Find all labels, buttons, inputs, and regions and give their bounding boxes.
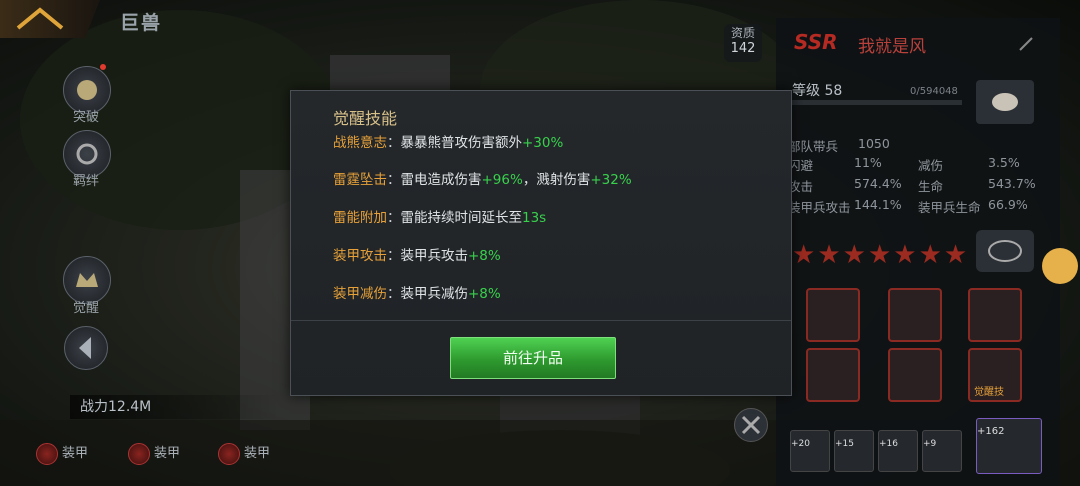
- dialog-title: 觉醒技能: [333, 109, 398, 128]
- skill-row-4: 装甲攻击：装甲兵攻击+8%: [333, 248, 501, 264]
- armor-icon: [36, 442, 58, 465]
- jaws-icon: [988, 240, 1022, 262]
- awaken-skill-slot[interactable]: 觉醒技: [968, 348, 1022, 402]
- star-icon: ★: [893, 240, 917, 270]
- armor-slot-1[interactable]: 装甲: [36, 442, 88, 465]
- back-arrow-icon: [16, 7, 64, 30]
- exp-bar: [792, 100, 962, 105]
- star-icon: ★: [817, 240, 841, 270]
- part-slot-3[interactable]: +16: [878, 430, 918, 472]
- chevron-left-icon: [79, 337, 91, 359]
- star-icon: ★: [918, 240, 942, 270]
- equip-slot-5[interactable]: [888, 348, 942, 402]
- edit-icon[interactable]: [1016, 34, 1036, 54]
- feed-item-button[interactable]: [976, 80, 1034, 124]
- equip-slot-3[interactable]: [968, 288, 1022, 342]
- armor-icon: [218, 442, 240, 465]
- beast-info-panel: SSR 我就是风 等级 58 0/594048 部队带兵 1050 闪避 11%…: [776, 18, 1060, 486]
- skill-row-3: 雷能附加：雷能持续时间延长至13s: [333, 210, 547, 226]
- breakthrough-label: 突破: [72, 110, 99, 125]
- star-icon: ★: [867, 240, 892, 270]
- level-label: 等级 58: [792, 83, 843, 99]
- part-slot-1[interactable]: +20: [790, 430, 830, 472]
- armor-icon: [128, 442, 150, 465]
- equip-slot-1[interactable]: [806, 288, 860, 342]
- go-upgrade-button[interactable]: 前往升品: [450, 337, 616, 379]
- assistant-cat-icon[interactable]: [1042, 248, 1078, 284]
- awaken-label: 觉醒: [72, 301, 99, 316]
- armor-slot-2[interactable]: 装甲: [128, 442, 180, 465]
- armor-slot-3[interactable]: 装甲: [218, 442, 270, 465]
- tools-button[interactable]: [734, 408, 768, 442]
- back-button[interactable]: [0, 0, 100, 38]
- wrench-icon: [741, 415, 761, 435]
- exp-value: 0/594048: [910, 86, 958, 97]
- beast-name: 我就是风: [858, 37, 926, 57]
- star-icon: ★: [792, 240, 816, 270]
- screen-title: 巨兽: [120, 12, 163, 34]
- combat-power: 战力12.4M: [70, 395, 280, 419]
- prev-beast-button[interactable]: [64, 326, 108, 370]
- star-icon: ★: [943, 240, 968, 270]
- notification-dot: [100, 64, 106, 70]
- star-rating: ★★★★★★★: [792, 240, 969, 270]
- dialog-divider: [291, 320, 791, 321]
- skill-button[interactable]: [976, 230, 1034, 272]
- star-icon: ★: [842, 240, 866, 270]
- equip-slot-4[interactable]: [806, 348, 860, 402]
- aptitude-badge: 资质 142: [724, 24, 762, 62]
- part-slot-4[interactable]: +9: [922, 430, 962, 472]
- equip-slot-2[interactable]: [888, 288, 942, 342]
- meat-icon: [992, 93, 1018, 111]
- skill-row-5: 装甲减伤：装甲兵减伤+8%: [333, 286, 501, 302]
- part-slot-5[interactable]: +162: [976, 418, 1042, 474]
- awaken-skill-dialog: 觉醒技能 战熊意志：暴暴熊普攻伤害额外+30% 雷霆坠击：雷电造成伤害+96%，…: [290, 90, 792, 396]
- skill-row-1: 战熊意志：暴暴熊普攻伤害额外+30%: [333, 135, 564, 151]
- part-slot-2[interactable]: +15: [834, 430, 874, 472]
- rarity-badge: SSR: [794, 30, 838, 54]
- bond-label: 羁绊: [72, 174, 99, 189]
- skill-row-2: 雷霆坠击：雷电造成伤害+96%，溅射伤害+32%: [333, 172, 632, 188]
